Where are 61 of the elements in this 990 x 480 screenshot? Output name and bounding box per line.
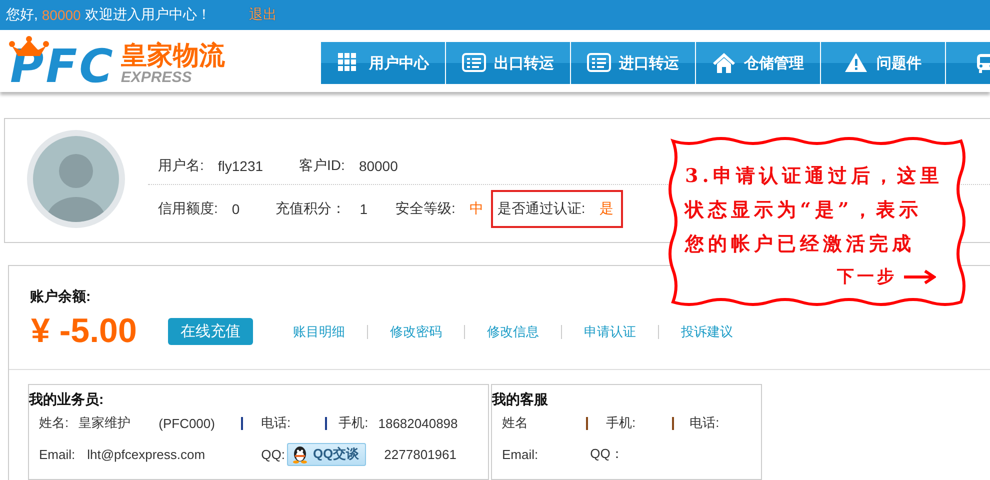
section-title: 我的客服 — [492, 391, 549, 409]
account-link[interactable]: 账目明细 — [293, 322, 345, 340]
list-document-icon — [462, 52, 486, 74]
callout-text: 3.申请认证通过后，这里 — [685, 164, 944, 189]
logout-link[interactable]: 退出 — [248, 6, 277, 24]
nav-tab[interactable]: 出口转运 — [446, 42, 570, 84]
welcome-text: 欢迎进入用户中心！ — [84, 6, 211, 24]
field-label: 手机: — [338, 414, 368, 432]
house-icon — [712, 52, 736, 74]
warning-icon — [844, 52, 868, 74]
field-value: 0 — [232, 201, 240, 217]
field-value: 中 — [469, 200, 484, 218]
logo-subtitle: EXPRESS — [120, 70, 193, 86]
field-label: QQ： — [590, 445, 624, 463]
field-label: 信用额度: — [158, 200, 218, 218]
nav-tab[interactable]: 用户中心 — [321, 42, 445, 84]
field-value: 1 — [360, 201, 368, 217]
logo-name: 皇家物流 — [120, 40, 225, 70]
field-label: Email: — [502, 446, 538, 462]
field-value: 80000 — [358, 158, 398, 174]
balance-label: 账户余额: — [30, 288, 91, 306]
field-value: 皇家维护 — [78, 414, 131, 432]
field-label: 姓名 — [502, 414, 528, 432]
field-value: lht@pfcexpress.com — [87, 446, 206, 462]
field-label: 客户ID: — [299, 156, 345, 174]
account-link[interactable]: 投诉建议 — [681, 322, 733, 340]
field-label: 电话: — [260, 414, 291, 432]
arrow-icon — [903, 268, 936, 284]
nav-tab[interactable]: 进口转运 — [571, 42, 695, 84]
field-label: QQ: — [261, 446, 285, 462]
field-value: 2277801961 — [384, 446, 456, 462]
list-document-icon — [587, 52, 611, 74]
field-label: 电话: — [690, 414, 720, 432]
field-label: 安全等级: — [395, 200, 456, 218]
field-label: Email: — [39, 446, 76, 462]
callout-text: 状态显示为“是”，表示 — [685, 198, 923, 223]
callout-text: 您的帐户已经激活完成 — [685, 232, 916, 257]
nav-tab[interactable]: 问题件 — [821, 42, 945, 84]
avatar-icon — [26, 129, 126, 229]
field-value: 18682040898 — [378, 416, 458, 430]
greeting-text: 您好, — [6, 6, 38, 24]
balance-amount: ¥ -5.00 — [31, 312, 138, 351]
field-label: 用户名: — [158, 156, 204, 174]
section-title: 我的业务员: — [29, 391, 105, 409]
field-value: (PFC000) — [158, 416, 215, 430]
account-link[interactable]: 修改信息 — [487, 322, 539, 340]
field-label: 充值积分： — [276, 200, 346, 218]
field-value: fly1231 — [218, 158, 264, 174]
qq-chat-button[interactable]: QQ交谈 — [286, 442, 366, 466]
field-label: 姓名: — [39, 414, 69, 432]
field-value: 是 — [599, 200, 614, 218]
bus-icon — [976, 53, 990, 73]
next-step-text[interactable]: 下一步 — [837, 265, 897, 288]
account-link[interactable]: 修改密码 — [390, 322, 442, 340]
field-label: 手机: — [606, 414, 636, 432]
user-id: 80000 — [42, 7, 81, 23]
field-label: 是否通过认证: — [497, 200, 586, 218]
recharge-button[interactable]: 在线充值 — [168, 318, 253, 345]
nav-tab[interactable]: 仓储管理 — [696, 42, 820, 84]
penguin-icon — [290, 444, 309, 464]
account-link[interactable]: 申请认证 — [584, 322, 636, 340]
